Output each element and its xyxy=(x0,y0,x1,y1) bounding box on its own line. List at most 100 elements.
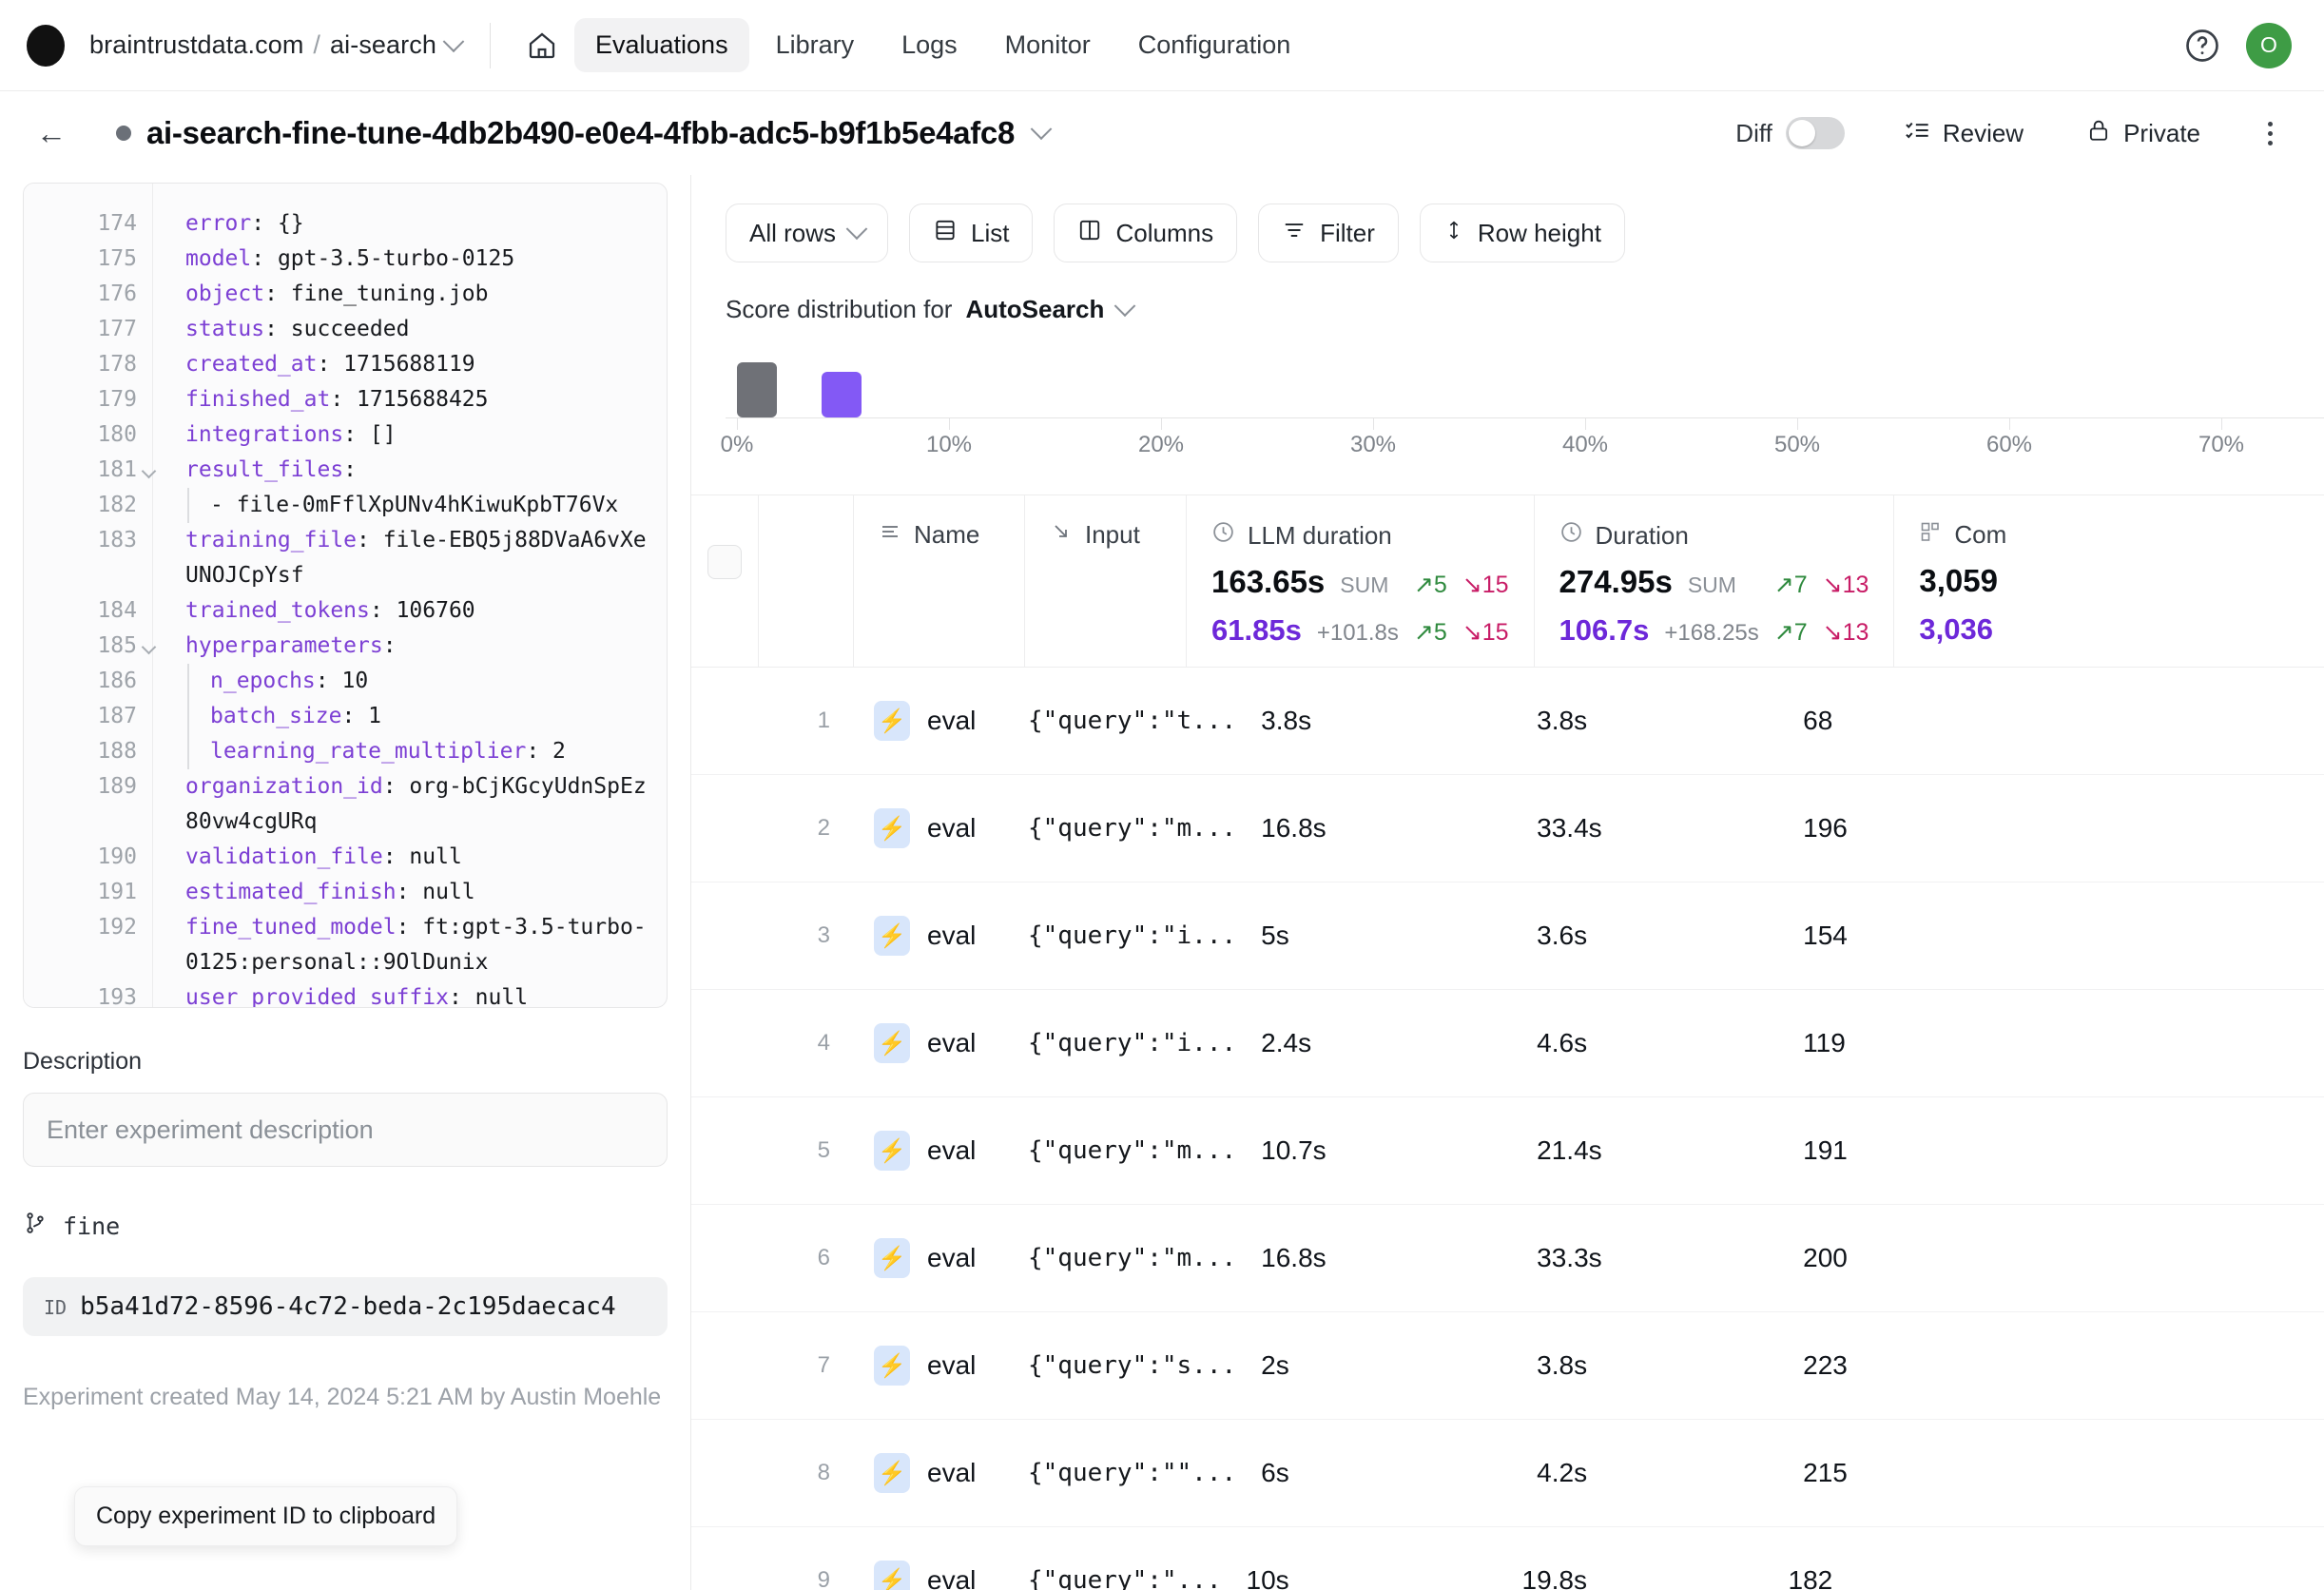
metadata-code-viewer[interactable]: 174 175 176 177 178 179 180 181 182 183 184 185 186 1… xyxy=(23,183,668,1008)
row-input[interactable]: {"query":"i... xyxy=(1024,1029,1236,1057)
code-value: : [] xyxy=(343,422,397,447)
chart-axis xyxy=(726,417,2324,430)
row-input[interactable]: {"query":"... xyxy=(1024,1566,1222,1590)
bolt-icon: ⚡ xyxy=(874,1346,910,1386)
row-input[interactable]: {"query":"s... xyxy=(1024,1351,1236,1380)
code-fold-toggle[interactable]: 181 xyxy=(24,453,152,488)
row-input[interactable]: {"query":"m... xyxy=(1024,1136,1236,1165)
metric-arrows-2: ↗5 ↘15 xyxy=(1414,618,1534,647)
breadcrumb-separator: / xyxy=(313,30,321,59)
diff-toggle-group[interactable]: Diff xyxy=(1735,117,1845,149)
code-key: created_at xyxy=(185,352,318,377)
completion-summary: 3,059 xyxy=(1894,550,2324,599)
code-key: user_provided_suffix xyxy=(185,985,449,1008)
row-height-button[interactable]: Row height xyxy=(1419,204,1625,262)
filter-button[interactable]: Filter xyxy=(1258,204,1399,262)
code-line: estimated_finish: null xyxy=(185,875,657,910)
row-completion: 68 xyxy=(1803,706,1833,735)
row-name-cell[interactable]: ⚡ eval xyxy=(853,1346,1024,1386)
row-llm-duration: 3.8s xyxy=(1261,706,1312,735)
code-line-number: 190 xyxy=(97,844,137,869)
avatar[interactable]: O xyxy=(2246,22,2292,68)
metric-compare: 61.85s xyxy=(1211,613,1302,647)
code-value: : 1 xyxy=(341,704,382,728)
completion-column-header[interactable]: Com 3,059 3,036 xyxy=(1893,495,2324,667)
improved-count: ↗7 xyxy=(1773,572,1808,598)
diff-toggle[interactable] xyxy=(1785,117,1845,149)
row-name: eval xyxy=(927,1350,977,1380)
table-row[interactable]: 7 ⚡ eval {"query":"s... 2s 3.8s 223 xyxy=(691,1312,2324,1420)
bolt-icon: ⚡ xyxy=(874,1238,910,1278)
table-row[interactable]: 5 ⚡ eval {"query":"m... 10.7s 21.4s 191 xyxy=(691,1097,2324,1205)
code-value: : xyxy=(382,633,397,658)
row-name-cell[interactable]: ⚡ eval xyxy=(853,1453,1024,1493)
table-row[interactable]: 8 ⚡ eval {"query":""... 6s 4.2s 215 xyxy=(691,1420,2324,1527)
bolt-icon: ⚡ xyxy=(874,808,910,848)
row-name-cell[interactable]: ⚡ eval xyxy=(853,1023,1024,1063)
llm-duration-column-header[interactable]: LLM duration 163.65s SUM ↗5 ↘15 61.85s +… xyxy=(1186,495,1534,667)
table-row[interactable]: 3 ⚡ eval {"query":"i... 5s 3.6s 154 xyxy=(691,882,2324,990)
row-name: eval xyxy=(927,1243,977,1272)
bolt-icon: ⚡ xyxy=(874,1131,910,1171)
row-name-cell[interactable]: ⚡ eval xyxy=(853,1131,1024,1171)
chart-bar[interactable] xyxy=(737,362,777,417)
input-column-header[interactable]: Input xyxy=(1024,495,1186,667)
review-button[interactable]: Review xyxy=(1888,107,2039,160)
kebab-menu-icon[interactable] xyxy=(2248,111,2292,155)
nav-item-logs[interactable]: Logs xyxy=(881,18,978,72)
body: 174 175 176 177 178 179 180 181 182 183 184 185 186 1… xyxy=(0,175,2324,1590)
duration-column-header[interactable]: Duration 274.95s SUM ↗7 ↘13 106.7s +168.… xyxy=(1533,495,1894,667)
name-column-header[interactable]: Name xyxy=(853,495,1024,667)
row-input[interactable]: {"query":""... xyxy=(1024,1459,1236,1487)
row-input[interactable]: {"query":"t... xyxy=(1024,707,1236,735)
home-icon[interactable] xyxy=(515,21,569,70)
table-row[interactable]: 6 ⚡ eval {"query":"m... 16.8s 33.3s 200 xyxy=(691,1205,2324,1312)
arrow-left-icon[interactable]: ← xyxy=(23,110,80,157)
code-key: learning_rate_multiplier xyxy=(210,739,527,764)
all-rows-dropdown[interactable]: All rows xyxy=(726,204,889,262)
row-duration: 21.4s xyxy=(1537,1135,1602,1165)
table-header: Name Input LLM duration 163.65s SUM ↗5 ↘… xyxy=(691,494,2324,668)
row-completion: 191 xyxy=(1803,1135,1848,1165)
score-selector[interactable]: AutoSearch xyxy=(965,294,1136,324)
row-height-label: Row height xyxy=(1477,218,1601,247)
breadcrumb-org: braintrustdata.com xyxy=(89,30,304,59)
code-gutter: 174 175 176 177 178 179 180 181 182 183 184 185 186 1… xyxy=(24,184,153,1007)
table-row[interactable]: 4 ⚡ eval {"query":"i... 2.4s 4.6s 119 xyxy=(691,990,2324,1097)
help-circle-icon[interactable] xyxy=(2183,27,2221,65)
row-input[interactable]: {"query":"m... xyxy=(1024,814,1236,843)
title-chevron-down-icon[interactable] xyxy=(1030,118,1053,141)
description-input[interactable]: Enter experiment description xyxy=(23,1093,668,1167)
row-name-cell[interactable]: ⚡ eval xyxy=(853,808,1024,848)
table-row[interactable]: 2 ⚡ eval {"query":"m... 16.8s 33.4s 196 xyxy=(691,775,2324,882)
nav-item-library[interactable]: Library xyxy=(755,18,876,72)
row-input[interactable]: {"query":"m... xyxy=(1024,1244,1236,1272)
columns-button[interactable]: Columns xyxy=(1054,204,1238,262)
select-all-checkbox[interactable] xyxy=(707,545,742,579)
chart-bar[interactable] xyxy=(821,372,862,417)
row-name-cell[interactable]: ⚡ eval xyxy=(853,1238,1024,1278)
chevron-down-icon[interactable] xyxy=(442,29,465,52)
braintrust-logo[interactable] xyxy=(27,24,65,67)
row-name-cell[interactable]: ⚡ eval xyxy=(853,916,1024,956)
nav-item-monitor[interactable]: Monitor xyxy=(984,18,1112,72)
chart-title-text: Score distribution for xyxy=(726,295,953,323)
all-rows-label: All rows xyxy=(749,218,837,247)
row-input[interactable]: {"query":"i... xyxy=(1024,921,1236,950)
code-fold-toggle[interactable]: 185 xyxy=(24,629,152,664)
experiment-id-chip[interactable]: ID b5a41d72-8596-4c72-beda-2c195daecac4 xyxy=(23,1277,668,1336)
breadcrumb[interactable]: braintrustdata.com / ai-search xyxy=(89,29,465,60)
list-button[interactable]: List xyxy=(909,204,1034,262)
table-row[interactable]: 9 ⚡ eval {"query":"... 10s 19.8s 182 xyxy=(691,1527,2324,1590)
row-index: 8 xyxy=(817,1460,830,1485)
row-name-cell[interactable]: ⚡ eval xyxy=(853,701,1024,741)
nav-item-configuration[interactable]: Configuration xyxy=(1117,18,1312,72)
private-button[interactable]: Private xyxy=(2071,107,2216,160)
row-name: eval xyxy=(927,1028,977,1057)
table-row[interactable]: 1 ⚡ eval {"query":"t... 3.8s 3.8s 68 xyxy=(691,668,2324,775)
chart-tick xyxy=(1585,417,1586,430)
metric-compare: 3,036 xyxy=(1919,612,1993,646)
row-name-cell[interactable]: ⚡ eval xyxy=(853,1561,1024,1590)
nav-item-evaluations[interactable]: Evaluations xyxy=(573,18,749,72)
private-label: Private xyxy=(2123,118,2200,147)
